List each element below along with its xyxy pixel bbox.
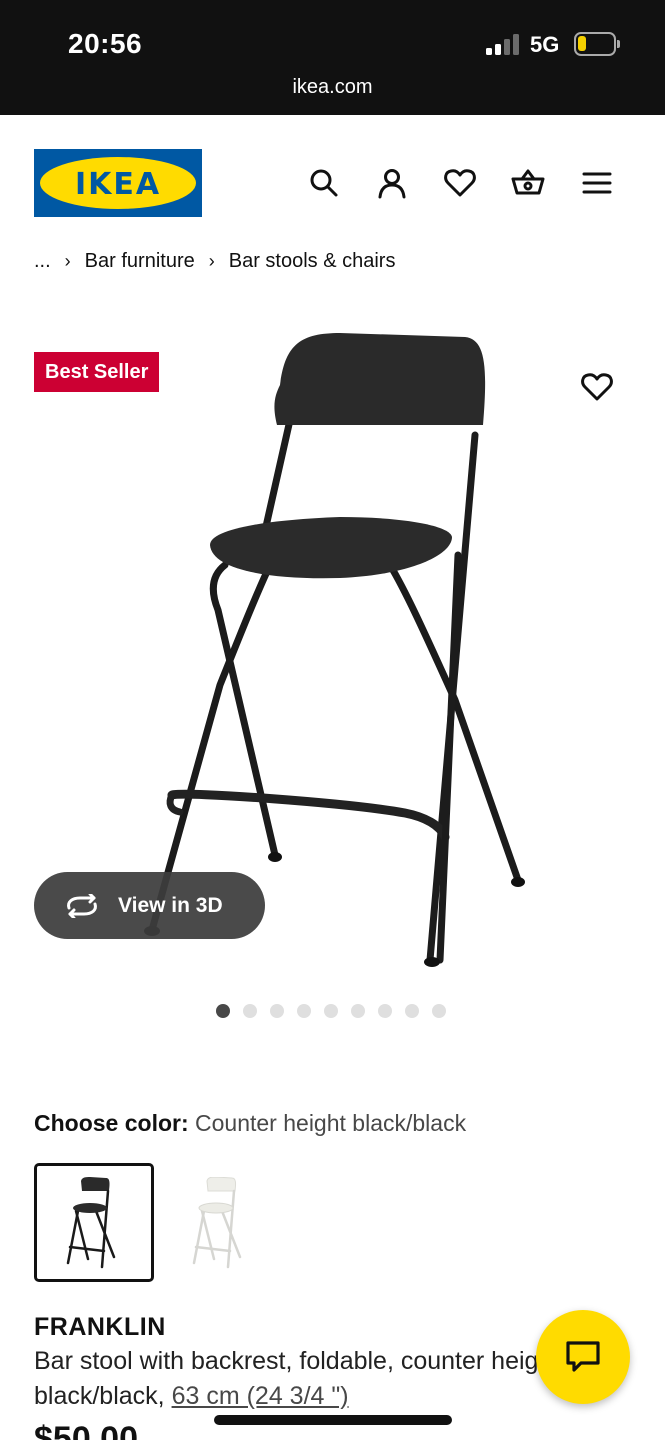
carousel-dot[interactable] [270,1004,284,1018]
ikea-logo[interactable]: IKEA [34,149,202,217]
image-carousel-dots[interactable] [216,1004,446,1018]
chat-button[interactable] [536,1310,630,1404]
chat-icon [566,1341,600,1372]
rotate-3d-icon [67,893,97,918]
search-icon[interactable] [307,166,341,200]
selected-color-value: Counter height black/black [195,1110,467,1136]
product-name: FRANKLIN [34,1313,166,1341]
basket-icon[interactable] [511,166,545,200]
product-size-link[interactable]: 63 cm (24 3/4 ") [172,1382,349,1410]
carousel-dot[interactable] [243,1004,257,1018]
chevron-right-icon: › [64,251,71,271]
carousel-dot[interactable] [405,1004,419,1018]
color-chooser-label: Choose color: Counter height black/black [34,1110,466,1137]
breadcrumb: ... › Bar furniture › Bar stools & chair… [34,250,395,273]
status-time: 20:56 [68,28,143,59]
carousel-dot[interactable] [297,1004,311,1018]
view-in-3d-label: View in 3D [118,893,223,917]
add-to-favorites-heart-icon[interactable] [580,370,614,404]
breadcrumb-item-bar-stools[interactable]: Bar stools & chairs [229,250,396,273]
signal-icon [486,33,520,55]
carousel-dot[interactable] [324,1004,338,1018]
view-in-3d-button[interactable]: View in 3D [34,872,265,939]
breadcrumb-ellipsis[interactable]: ... [34,250,51,273]
carousel-dot[interactable] [432,1004,446,1018]
color-option-black[interactable] [34,1163,154,1282]
choose-color-heading: Choose color: [34,1110,189,1136]
status-bar: 20:56 5G ikea.com [0,0,665,115]
url-bar[interactable]: ikea.com [0,76,665,99]
home-indicator[interactable] [214,1415,452,1425]
carousel-dot[interactable] [216,1004,230,1018]
menu-icon[interactable] [580,166,614,200]
color-option-white[interactable] [160,1163,280,1282]
chevron-right-icon: › [208,251,215,271]
battery-icon [574,32,620,56]
carousel-dot[interactable] [378,1004,392,1018]
logo-text: IKEA [74,167,162,202]
carousel-dot[interactable] [351,1004,365,1018]
breadcrumb-item-bar-furniture[interactable]: Bar furniture [85,250,195,273]
account-icon[interactable] [375,166,409,200]
heart-icon[interactable] [443,166,477,200]
network-type: 5G [530,32,560,57]
product-price: $50.00 [34,1420,138,1440]
